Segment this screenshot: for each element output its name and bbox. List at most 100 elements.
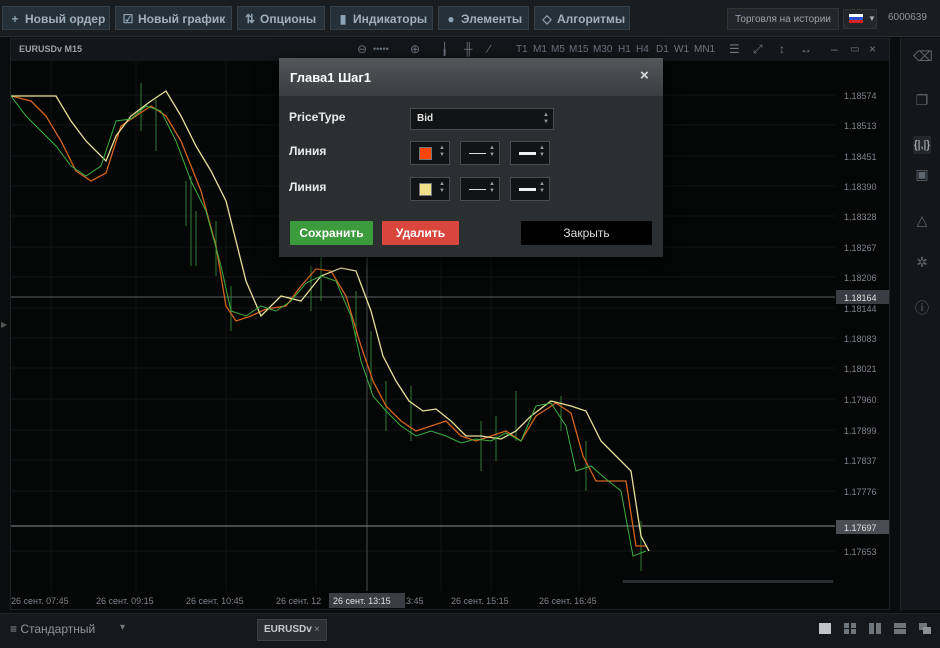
expand-icon[interactable]: ⤢ [753,42,763,57]
price-type-label: PriceType [289,110,346,124]
zoom-out-icon[interactable]: ⊖ [357,42,367,56]
line2-width-select[interactable]: ▲ ▼ [510,177,550,201]
line1-style-select[interactable]: ▲ ▼ [460,141,500,165]
save-button[interactable]: Сохранить [290,221,373,245]
flag-stripe-red [849,20,863,23]
price-tick-label: 1.18574 [844,91,877,101]
bottom-bar: ≡ Стандартный ▾ EURUSDv × [0,613,940,648]
spinner-arrows-icon: ▲ ▼ [489,181,495,194]
price-tick-label: 1.17776 [844,487,877,497]
price-tick-label: 1.18021 [844,364,877,374]
time-tick-label: 26 сент. 07:45 [11,596,69,606]
symbol-tab[interactable]: EURUSDv × [257,619,327,641]
line1-color-picker[interactable]: ▲ ▼ [410,141,450,165]
timeframe-mn1[interactable]: MN1 [694,44,715,55]
options-icon: ⇅ [244,12,256,26]
timeframe-h1[interactable]: H1 [618,44,631,55]
dialog-header: Глава1 Шаг1 × [279,58,663,96]
timeframe-t1[interactable]: T1 [516,44,528,55]
elements-icon: ● [447,12,455,26]
timeframe-h4[interactable]: H4 [636,44,649,55]
select-arrows-icon: ▲ ▼ [543,112,549,125]
terminal-icon[interactable]: ▣ [913,166,931,183]
vertical-arrows-icon[interactable]: ↕ [779,42,785,56]
language-flag-dropdown[interactable]: ▼ [843,9,877,29]
line-style-preview [469,189,486,190]
spinner-arrows-icon: ▲ ▼ [539,181,545,194]
timeframe-w1[interactable]: W1 [674,44,689,55]
zoom-slider[interactable]: ••••• [373,44,389,54]
layout-cascade-icon[interactable] [918,622,932,635]
price-tick-label: 1.18083 [844,334,877,344]
timeframe-m1[interactable]: M1 [533,44,547,55]
line2-color-picker[interactable]: ▲ ▼ [410,177,450,201]
layout-single-icon[interactable] [818,622,832,635]
left-panel-toggle-icon[interactable]: ▶ [1,320,7,329]
close-tab-icon[interactable]: × [314,620,320,640]
layout-grid-icon[interactable] [843,622,857,635]
line2-style-select[interactable]: ▲ ▼ [460,177,500,201]
layout-selector[interactable]: ≡ Стандартный [10,622,95,636]
indicators-button[interactable]: ▮ Индикаторы [330,6,433,30]
info-icon[interactable]: ⓘ [913,298,931,318]
price-tick-label: 1.18267 [844,243,877,253]
svg-text:26 сент. 13:15: 26 сент. 13:15 [333,596,391,606]
price-tick-label: 1.18390 [844,182,877,192]
spinner-arrows-icon: ▲ ▼ [439,145,445,158]
layout-columns-icon[interactable] [868,622,882,635]
close-button[interactable]: Закрыть [521,221,652,245]
horizontal-arrows-icon[interactable]: ↔ [800,42,812,56]
chart-scrollbar[interactable] [623,580,833,583]
line-chart-type-icon[interactable]: ∕ [488,42,490,56]
delete-button[interactable]: Удалить [382,221,459,245]
layout-rows-icon[interactable] [893,622,907,635]
minimize-icon[interactable]: – [831,42,838,56]
elements-button[interactable]: ● Элементы [438,6,529,30]
spinner-arrows-icon: ▲ ▼ [489,145,495,158]
line-width-preview [519,152,536,155]
price-tick-label: 1.17899 [844,426,877,436]
timeframe-d1[interactable]: D1 [656,44,669,55]
price-badge-current: 1.17697 [836,520,889,534]
spinner-arrows-icon: ▲ ▼ [439,181,445,194]
new-chart-button[interactable]: ☑ Новый график [115,6,232,30]
warning-icon[interactable]: △ [913,212,931,229]
plus-icon: + [11,12,19,26]
bar-chart-type-icon[interactable]: ╽ [441,42,448,56]
timeframe-m5[interactable]: M5 [551,44,565,55]
time-badge-crosshair: 26 сент. 13:15 [329,593,405,608]
history-trading-button[interactable]: Торговля на истории [727,8,839,30]
time-tick-label: 26 сент. 15:15 [451,596,509,606]
chevron-down-icon[interactable]: ▾ [120,622,125,633]
time-tick-label: 26 сент. 10:45 [186,596,244,606]
time-axis: 26 сент. 07:45 26 сент. 09:15 26 сент. 10:… [11,596,597,606]
price-tick-label: 1.18451 [844,152,877,162]
line1-color-swatch [419,147,432,160]
chart-icon: ☑ [122,12,134,26]
chart-settings-icon[interactable]: ☰ [729,42,740,56]
algorithms-button[interactable]: ◇ Алгоритмы [534,6,630,30]
timeframe-m30[interactable]: M30 [593,44,612,55]
price-type-select[interactable]: Bid ▲ ▼ [410,108,554,130]
price-badge-crosshair: 1.18164 [836,290,889,304]
eraser-icon[interactable]: ⌫ [913,48,933,65]
right-sidebar: ⌫ ❐ {|,|} ▣ △ ✲ ⓘ [900,38,940,610]
svg-text:1.17697: 1.17697 [844,523,877,533]
close-chart-icon[interactable]: × [869,42,876,56]
windows-icon[interactable]: ❐ [913,92,931,109]
indicator-code-icon[interactable]: {|,|} [913,136,931,154]
time-tick-label: 26 сент. 16:45 [539,596,597,606]
gear-icon[interactable]: ✲ [913,254,931,271]
options-button[interactable]: ⇅ Опционы [237,6,325,30]
timeframe-m15[interactable]: M15 [569,44,588,55]
time-tick-label: 26 сент. 12 [276,596,321,606]
line2-color-swatch [419,183,432,196]
diamond-icon: ◇ [542,12,552,26]
maximize-icon[interactable]: ▭ [850,44,859,55]
close-icon[interactable]: × [640,67,649,84]
new-order-button[interactable]: + Новый ордер [2,6,110,30]
zoom-in-icon[interactable]: ⊕ [410,42,420,56]
dialog-title: Глава1 Шаг1 [290,70,372,85]
candle-chart-type-icon[interactable]: ╫ [464,42,473,56]
line1-width-select[interactable]: ▲ ▼ [510,141,550,165]
